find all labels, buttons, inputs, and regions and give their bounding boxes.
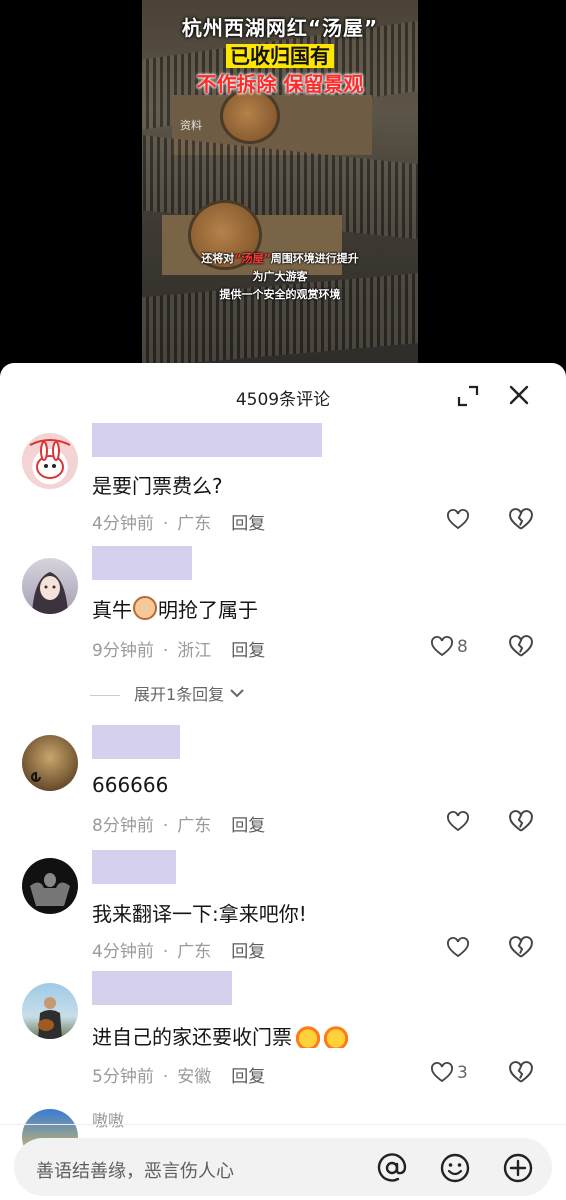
- thumbs-up-emoji-icon: [322, 1024, 350, 1048]
- broken-heart-icon[interactable]: [508, 634, 534, 660]
- like-button[interactable]: [446, 507, 486, 533]
- comment-input-bar[interactable]: 善语结善缘，恶言伤人心: [14, 1138, 552, 1196]
- comment-panel: 4509条评论 是要门票费么? 4分钟前 · 广东 回复 真牛 明抢了属于 9分…: [0, 363, 566, 1200]
- comment-meta: 9分钟前 · 浙江 回复: [92, 641, 266, 661]
- video-subtitle-line3: 提供一个安全的观赏环境: [219, 288, 341, 301]
- username-redacted: [92, 546, 192, 580]
- broken-heart-icon[interactable]: [508, 507, 534, 533]
- like-button[interactable]: [446, 809, 486, 835]
- like-count: 8: [457, 637, 468, 657]
- avatar[interactable]: [22, 433, 78, 489]
- comment-input[interactable]: 善语结善缘，恶言伤人心: [36, 1157, 234, 1183]
- expand-replies-button[interactable]: 展开1条回复: [90, 681, 245, 705]
- comment-meta: 4分钟前 · 广东 回复: [92, 514, 266, 534]
- heart-icon: [447, 509, 469, 530]
- reply-button[interactable]: 回复: [231, 942, 265, 962]
- close-icon[interactable]: [505, 381, 533, 409]
- reply-button[interactable]: 回复: [231, 514, 265, 534]
- video-player[interactable]: 杭州西湖网红“汤屋” 已收归国有 不作拆除 保留景观 资料 还将对“汤屋”周围环…: [142, 0, 418, 372]
- chevron-down-icon: [230, 689, 244, 698]
- comment-meta: 5分钟前 · 安徽 回复: [92, 1067, 266, 1087]
- username-redacted: [92, 423, 322, 457]
- avatar[interactable]: [22, 735, 78, 791]
- username: 嗷嗷: [92, 1111, 125, 1130]
- video-subtitle-line1: 还将对“汤屋”周围环境进行提升: [201, 252, 359, 265]
- avatar[interactable]: [22, 858, 78, 914]
- tiktok-logo-icon: [31, 771, 41, 782]
- comment-text: 进自己的家还要收门票: [92, 1021, 350, 1050]
- panel-header: 4509条评论: [0, 363, 566, 429]
- comment-text: 是要门票费么?: [92, 474, 223, 498]
- input-divider: [0, 1124, 566, 1125]
- avatar[interactable]: [22, 983, 78, 1039]
- add-icon[interactable]: [502, 1152, 534, 1184]
- like-button[interactable]: 3: [430, 1060, 470, 1086]
- divider-line: [90, 695, 120, 696]
- heart-icon: [447, 937, 469, 958]
- like-button[interactable]: [446, 935, 486, 961]
- thumbs-up-emoji-icon: [294, 1024, 322, 1048]
- at-mention-icon[interactable]: [376, 1152, 408, 1184]
- like-button[interactable]: 8: [430, 634, 470, 660]
- reply-button[interactable]: 回复: [231, 641, 265, 661]
- video-watermark: 资料: [180, 119, 202, 132]
- comment-meta: 4分钟前 · 广东 回复: [92, 942, 266, 962]
- expand-icon[interactable]: [456, 384, 480, 408]
- username-redacted: [92, 725, 180, 759]
- comment-text: 真牛 明抢了属于: [92, 596, 258, 622]
- heart-icon: [431, 1062, 453, 1083]
- reply-button[interactable]: 回复: [231, 816, 265, 836]
- video-title-line1: 杭州西湖网红“汤屋”: [181, 16, 379, 40]
- bodybuilder-icon: [30, 873, 70, 906]
- comment-text: 666666: [92, 773, 169, 797]
- reply-button[interactable]: 回复: [231, 1067, 265, 1087]
- username-redacted: [92, 971, 232, 1005]
- video-title-line3: 不作拆除 保留景观: [196, 72, 364, 96]
- video-title-line2: 已收归国有: [142, 40, 418, 69]
- heart-icon: [431, 636, 453, 657]
- video-subtitle-line2: 为广大游客: [252, 270, 308, 283]
- emoji-icon[interactable]: [439, 1152, 471, 1184]
- guitarist-icon: [38, 997, 62, 1039]
- broken-heart-icon[interactable]: [508, 809, 534, 835]
- heart-icon: [447, 811, 469, 832]
- username-redacted: [92, 850, 176, 884]
- comment-text: 我来翻译一下:拿来吧你!: [92, 902, 307, 926]
- comment-count: 4509条评论: [235, 390, 331, 410]
- cartoon-rabbit-icon: [29, 439, 71, 479]
- broken-heart-icon[interactable]: [508, 935, 534, 961]
- like-count: 3: [457, 1063, 468, 1083]
- avatar[interactable]: [22, 558, 78, 614]
- anime-girl-icon: [32, 572, 68, 614]
- broken-heart-icon[interactable]: [508, 1060, 534, 1086]
- comment-meta: 8分钟前 · 广东 回复: [92, 816, 266, 836]
- surprised-cat-emoji-icon: [133, 596, 157, 620]
